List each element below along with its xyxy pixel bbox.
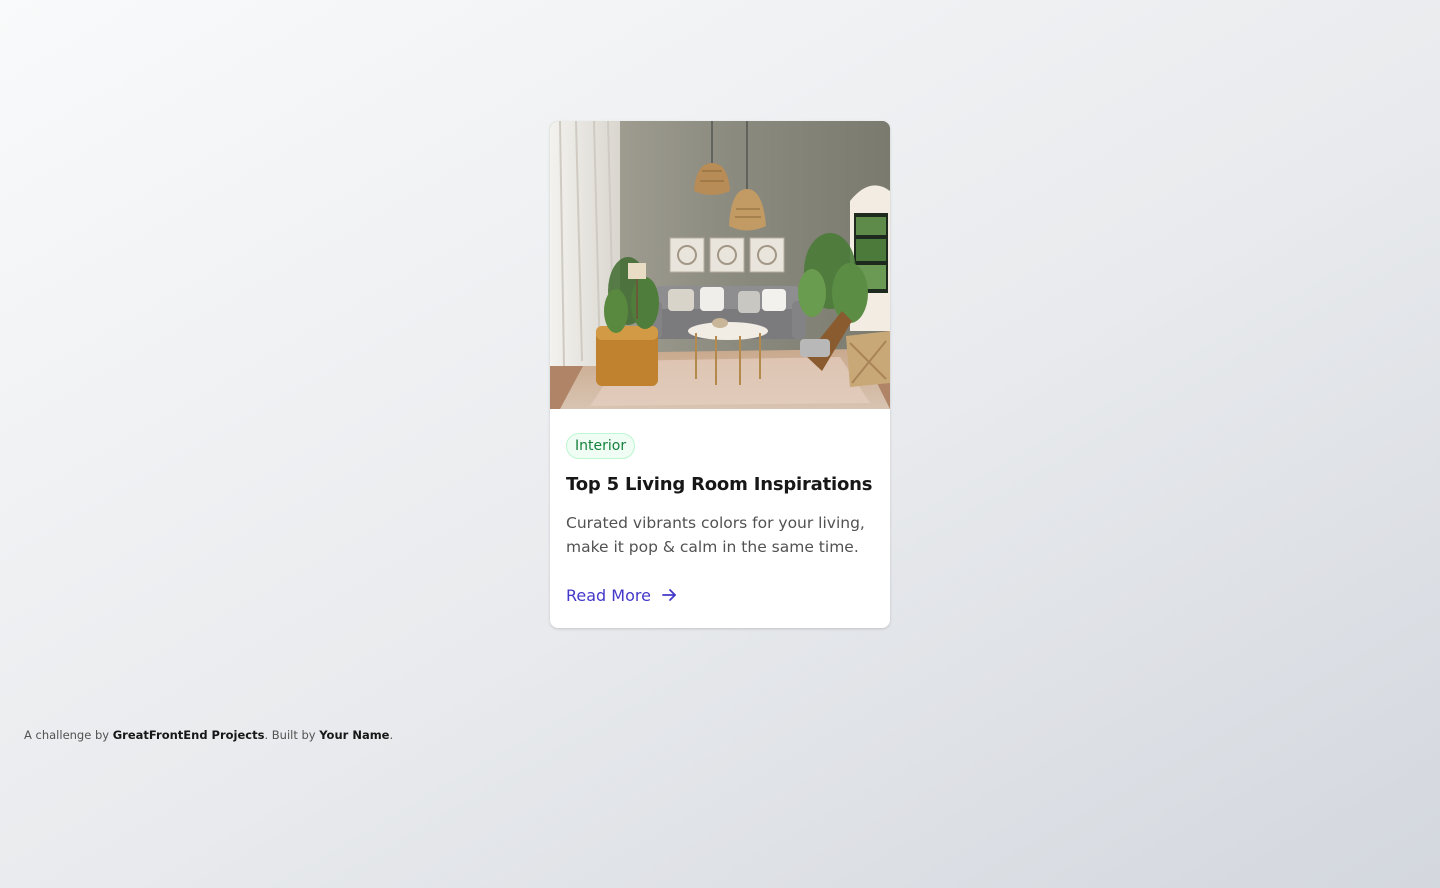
category-badge: Interior [566,433,636,459]
attribution-footer: A challenge by GreatFrontEnd Projects. B… [24,728,393,742]
footer-prefix: A challenge by [24,728,113,742]
arrow-right-icon [659,585,679,605]
footer-suffix: . [389,728,394,742]
footer-middle: . Built by [264,728,320,742]
card-description: Curated vibrants colors for your living,… [566,514,865,556]
living-room-image [550,121,890,409]
read-more-label: Read More [566,585,651,605]
author-link[interactable]: Your Name [319,728,389,742]
brand-link[interactable]: GreatFrontEnd Projects [113,728,265,742]
read-more-link[interactable]: Read More [566,583,679,607]
card-body: Interior Top 5 Living Room Inspirations … [550,409,890,628]
card-title: Top 5 Living Room Inspirations [566,474,873,495]
blog-card: Interior Top 5 Living Room Inspirations … [550,121,890,628]
